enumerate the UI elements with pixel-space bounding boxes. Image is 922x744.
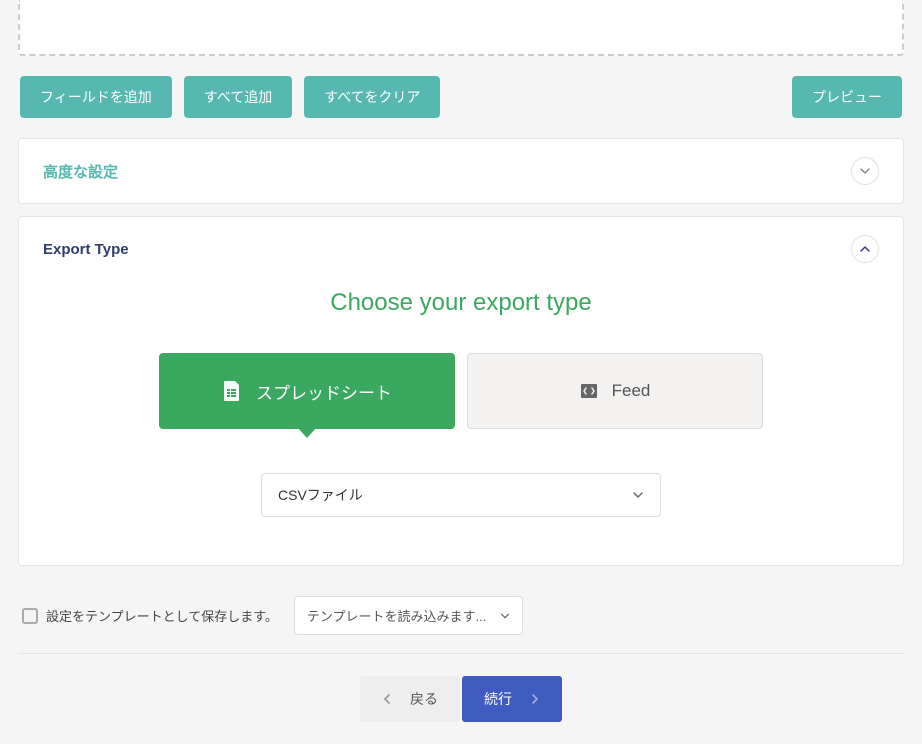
export-type-title: Export Type — [43, 241, 129, 258]
chevron-down-icon — [500, 611, 510, 621]
code-icon — [580, 382, 598, 400]
feed-option[interactable]: Feed — [467, 353, 763, 429]
back-button[interactable]: 戻る — [360, 676, 460, 722]
add-all-button[interactable]: すべて追加 — [184, 76, 292, 118]
save-template-checkbox[interactable]: 設定をテンプレートとして保存します。 — [22, 606, 278, 625]
chevron-up-icon — [851, 235, 879, 263]
spreadsheet-label: スプレッドシート — [256, 379, 392, 404]
add-field-button[interactable]: フィールドを追加 — [20, 76, 172, 118]
export-type-header[interactable]: Export Type — [19, 217, 903, 281]
back-label: 戻る — [410, 689, 438, 709]
field-buttons-row: フィールドを追加 すべて追加 すべてをクリア プレビュー — [18, 76, 904, 118]
file-format-value: CSVファイル — [278, 485, 363, 505]
chevron-down-icon — [632, 489, 644, 501]
save-template-label: 設定をテンプレートとして保存します。 — [46, 606, 278, 625]
spreadsheet-option[interactable]: スプレッドシート — [159, 353, 455, 429]
load-template-select[interactable]: テンプレートを読み込みます... — [294, 596, 523, 635]
export-type-body: Choose your export type スプレッドシート Feed — [19, 281, 903, 565]
feed-label: Feed — [612, 381, 651, 401]
checkbox-icon — [22, 608, 38, 624]
export-type-options: スプレッドシート Feed — [43, 353, 879, 429]
load-template-label: テンプレートを読み込みます... — [307, 606, 486, 625]
choose-export-heading: Choose your export type — [43, 289, 879, 317]
chevron-left-icon — [382, 693, 392, 705]
export-type-panel: Export Type Choose your export type スプレッ… — [18, 216, 904, 566]
template-row: 設定をテンプレートとして保存します。 テンプレートを読み込みます... — [18, 578, 904, 654]
preview-button[interactable]: プレビュー — [792, 76, 902, 118]
wizard-nav: 戻る 続行 — [18, 654, 904, 744]
chevron-down-icon — [851, 157, 879, 185]
file-format-select[interactable]: CSVファイル — [261, 473, 661, 517]
next-label: 続行 — [484, 689, 512, 709]
chevron-right-icon — [530, 693, 540, 705]
advanced-settings-header[interactable]: 高度な設定 — [19, 139, 903, 203]
advanced-settings-title: 高度な設定 — [43, 161, 118, 182]
clear-all-button[interactable]: すべてをクリア — [304, 76, 440, 118]
next-button[interactable]: 続行 — [462, 676, 562, 722]
spreadsheet-icon — [222, 380, 242, 402]
field-drop-area[interactable] — [18, 0, 904, 56]
advanced-settings-panel: 高度な設定 — [18, 138, 904, 204]
